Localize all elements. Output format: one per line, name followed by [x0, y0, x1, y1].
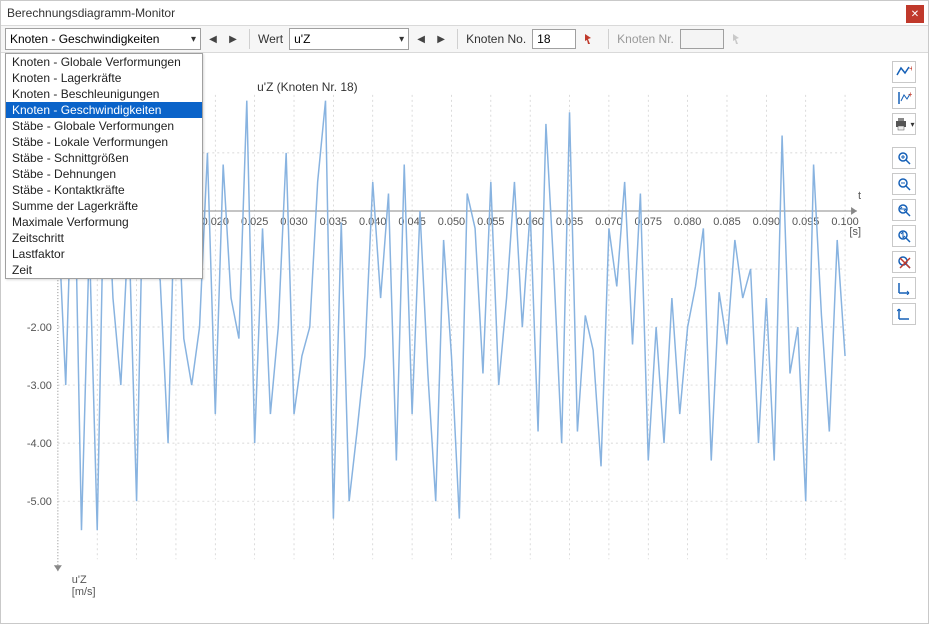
next-wert-button[interactable]: ▶ — [433, 29, 449, 49]
dropdown-item[interactable]: Stäbe - Schnittgrößen — [6, 150, 202, 166]
zoom-in-button[interactable] — [892, 147, 916, 169]
axis-x-button[interactable] — [892, 277, 916, 299]
knoten-no-input[interactable] — [532, 29, 576, 49]
svg-text:0.080: 0.080 — [674, 216, 701, 228]
axis-y-button[interactable] — [892, 303, 916, 325]
knoten-no-label: Knoten No. — [466, 32, 528, 46]
dropdown-item[interactable]: Stäbe - Globale Verformungen — [6, 118, 202, 134]
dropdown-item[interactable]: Zeit — [6, 262, 202, 278]
svg-text:0.085: 0.085 — [713, 216, 740, 228]
wert-combo-value: u'Z — [294, 32, 310, 46]
zoom-y-button[interactable] — [892, 225, 916, 247]
svg-text:u'Z: u'Z — [72, 574, 87, 586]
pick-knoten-button[interactable] — [580, 29, 600, 49]
separator — [249, 29, 250, 49]
svg-text:-5.00: -5.00 — [27, 496, 52, 508]
next-category-button[interactable]: ▶ — [225, 29, 241, 49]
chevron-down-icon: ▾ — [191, 34, 196, 45]
add-y-axis-button[interactable]: + — [892, 87, 916, 109]
knoten-nr-input — [680, 29, 724, 49]
dropdown-item[interactable]: Knoten - Geschwindigkeiten — [6, 102, 202, 118]
svg-text:-2.00: -2.00 — [27, 322, 52, 334]
prev-wert-button[interactable]: ◀ — [413, 29, 429, 49]
zoom-x-button[interactable] — [892, 199, 916, 221]
dropdown-item[interactable]: Stäbe - Lokale Verformungen — [6, 134, 202, 150]
titlebar: Berechnungsdiagramm-Monitor ✕ — [1, 1, 928, 25]
window-title: Berechnungsdiagramm-Monitor — [7, 6, 175, 20]
chevron-down-icon: ▾ — [910, 120, 914, 129]
zoom-in-icon — [897, 151, 911, 165]
axis-y-icon — [897, 307, 911, 321]
chevron-down-icon: ▾ — [399, 34, 404, 45]
dropdown-item[interactable]: Summe der Lagerkräfte — [6, 198, 202, 214]
reset-zoom-button[interactable] — [892, 251, 916, 273]
add-y-axis-icon: + — [896, 91, 912, 105]
close-button[interactable]: ✕ — [906, 5, 924, 23]
add-series-icon: + — [896, 65, 912, 79]
right-toolbar: + + ▾ — [892, 61, 922, 325]
zoom-out-icon — [897, 177, 911, 191]
reset-zoom-icon — [897, 255, 911, 269]
category-combo[interactable]: Knoten - Geschwindigkeiten ▾ — [5, 28, 201, 50]
zoom-out-button[interactable] — [892, 173, 916, 195]
svg-text:0.040: 0.040 — [359, 216, 386, 228]
svg-text:0.020: 0.020 — [202, 216, 229, 228]
svg-text:t: t — [858, 190, 861, 202]
dropdown-item[interactable]: Knoten - Globale Verformungen — [6, 54, 202, 70]
svg-text:-4.00: -4.00 — [27, 438, 52, 450]
picker-icon — [583, 32, 597, 46]
svg-text:0.035: 0.035 — [320, 216, 347, 228]
dropdown-item[interactable]: Stäbe - Kontaktkräfte — [6, 182, 202, 198]
zoom-y-icon — [897, 229, 911, 243]
svg-text:[s]: [s] — [849, 226, 861, 238]
separator — [608, 29, 609, 49]
category-dropdown[interactable]: Knoten - Globale VerformungenKnoten - La… — [5, 53, 203, 279]
svg-text:0.065: 0.065 — [556, 216, 583, 228]
svg-text:+: + — [908, 91, 912, 99]
svg-text:0.090: 0.090 — [753, 216, 780, 228]
svg-text:-3.00: -3.00 — [27, 380, 52, 392]
svg-text:0.055: 0.055 — [477, 216, 504, 228]
print-icon — [893, 117, 909, 131]
axis-x-icon — [897, 281, 911, 295]
dropdown-item[interactable]: Knoten - Lagerkräfte — [6, 70, 202, 86]
svg-text:0.095: 0.095 — [792, 216, 819, 228]
dropdown-item[interactable]: Maximale Verformung — [6, 214, 202, 230]
dropdown-item[interactable]: Lastfaktor — [6, 246, 202, 262]
dropdown-item[interactable]: Zeitschritt — [6, 230, 202, 246]
toolbar: Knoten - Geschwindigkeiten ▾ ◀ ▶ Wert u'… — [1, 25, 928, 53]
knoten-nr-label: Knoten Nr. — [617, 32, 676, 46]
svg-text:0.070: 0.070 — [595, 216, 622, 228]
print-button[interactable]: ▾ — [892, 113, 916, 135]
add-series-button[interactable]: + — [892, 61, 916, 83]
svg-text:0.025: 0.025 — [241, 216, 268, 228]
separator — [457, 29, 458, 49]
svg-text:+: + — [909, 65, 912, 73]
wert-combo[interactable]: u'Z ▾ — [289, 28, 409, 50]
svg-text:[m/s]: [m/s] — [72, 586, 96, 598]
dropdown-item[interactable]: Knoten - Beschleunigungen — [6, 86, 202, 102]
category-combo-value: Knoten - Geschwindigkeiten — [10, 32, 159, 46]
picker-icon — [731, 32, 745, 46]
zoom-x-icon — [897, 203, 911, 217]
wert-label: Wert — [258, 32, 285, 46]
svg-text:0.050: 0.050 — [438, 216, 465, 228]
prev-category-button[interactable]: ◀ — [205, 29, 221, 49]
close-icon: ✕ — [911, 9, 919, 20]
svg-text:0.030: 0.030 — [280, 216, 307, 228]
pick-knoten-nr-button — [728, 29, 748, 49]
window: Berechnungsdiagramm-Monitor ✕ Knoten - G… — [0, 0, 929, 624]
dropdown-item[interactable]: Stäbe - Dehnungen — [6, 166, 202, 182]
svg-text:u'Z (Knoten Nr. 18): u'Z (Knoten Nr. 18) — [257, 80, 358, 94]
